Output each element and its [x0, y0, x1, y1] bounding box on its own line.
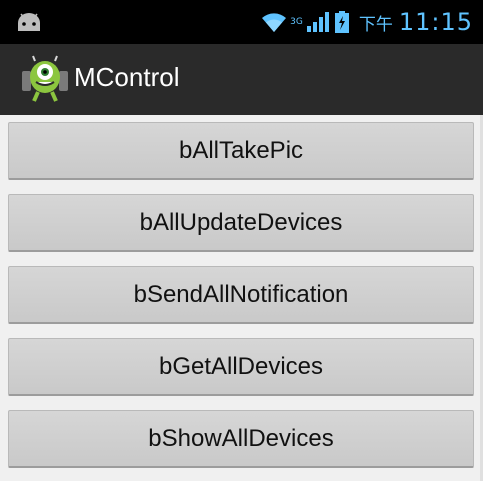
button-label: bAllTakePic — [178, 136, 304, 164]
network-type-label: 3G — [290, 16, 303, 27]
status-bar: 3G 下午 11:15 — [0, 0, 483, 44]
time-period: 下午 — [358, 14, 393, 35]
android-notification-icon — [18, 13, 40, 31]
app-title: MControl — [74, 62, 180, 92]
monster-app-icon[interactable] — [20, 53, 70, 103]
battery-charging-icon — [334, 11, 349, 33]
clock: 11:15 — [398, 8, 473, 36]
button-label: bAllUpdateDevices — [139, 208, 343, 236]
show-all-devices-button[interactable]: bShowAllDevices — [8, 410, 474, 468]
all-update-devices-button[interactable]: bAllUpdateDevices — [8, 194, 474, 252]
button-label: bShowAllDevices — [148, 424, 334, 452]
send-all-notification-button[interactable]: bSendAllNotification — [8, 266, 474, 324]
action-bar: MControl — [0, 44, 483, 115]
mobile-signal-icon — [306, 12, 329, 32]
all-take-pic-button[interactable]: bAllTakePic — [8, 122, 474, 180]
wifi-icon — [262, 13, 287, 32]
status-icons: 3G 下午 11:15 — [260, 6, 473, 38]
get-all-devices-button[interactable]: bGetAllDevices — [8, 338, 474, 396]
button-label: bSendAllNotification — [133, 280, 349, 308]
button-label: bGetAllDevices — [158, 352, 324, 380]
